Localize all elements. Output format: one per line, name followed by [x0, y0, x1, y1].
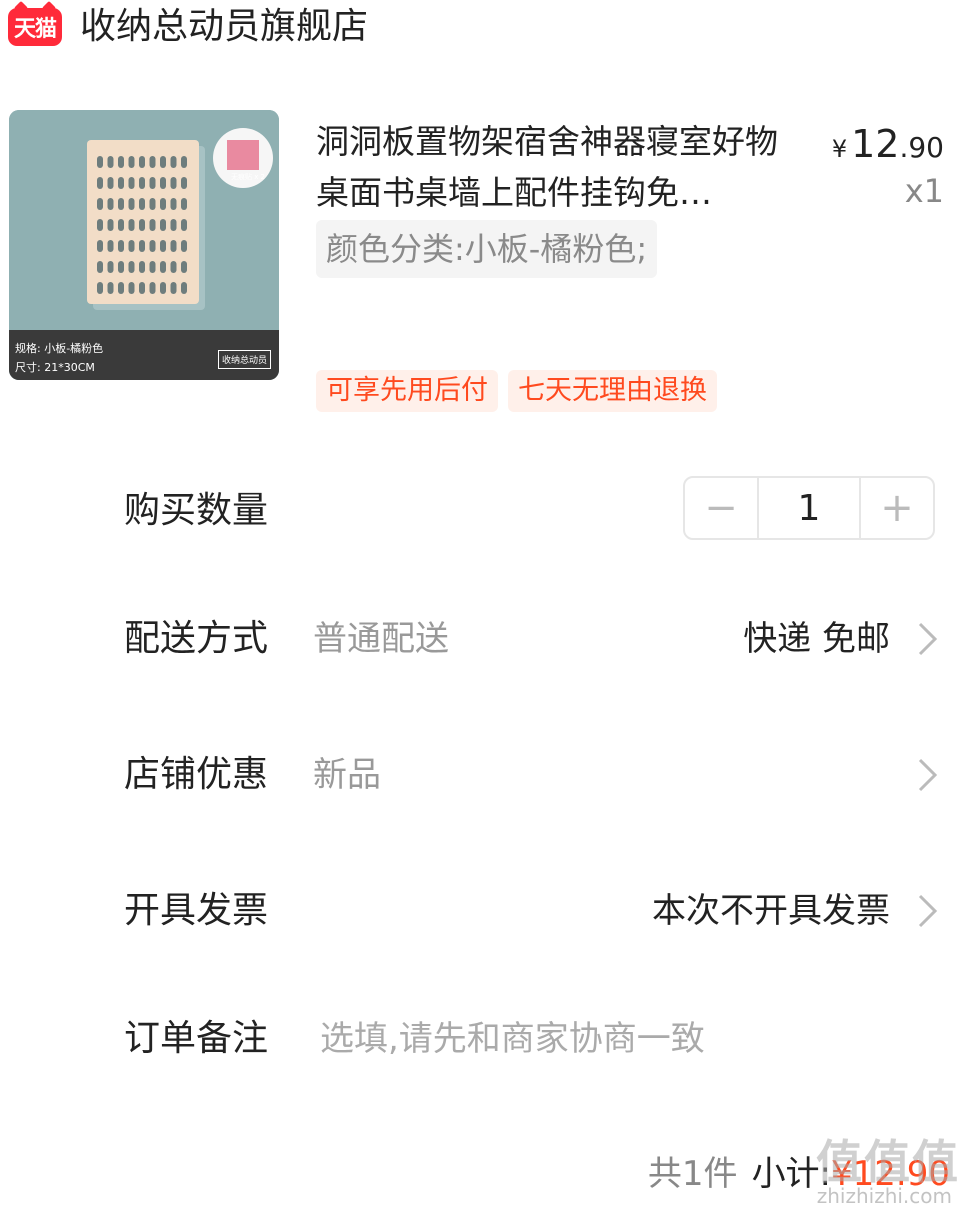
- store-discount-value: 新品: [313, 755, 381, 795]
- decrease-button[interactable]: −: [685, 478, 757, 538]
- tmall-logo-icon: 天猫: [8, 8, 62, 46]
- price-integer: 12: [851, 122, 900, 166]
- store-name[interactable]: 收纳总动员旗舰店: [80, 4, 368, 50]
- order-remark-row: 订单备注: [0, 1004, 966, 1074]
- chevron-right-icon[interactable]: [910, 620, 944, 658]
- chevron-right-icon[interactable]: [910, 892, 944, 930]
- watermark: 值值值: [816, 1135, 960, 1189]
- sku-selector[interactable]: 颜色分类:小板-橘粉色;: [316, 220, 658, 278]
- service-tags: 可享先用后付 七天无理由退换: [316, 370, 717, 412]
- order-remark-input[interactable]: [320, 1010, 880, 1068]
- invoice-value[interactable]: 本次不开具发票: [652, 876, 890, 946]
- image-spec-line: 规格: 小板-橘粉色: [15, 342, 104, 355]
- delivery-row[interactable]: 配送方式 普通配送 快递 免邮: [0, 604, 966, 674]
- product-image[interactable]: 无痕贴 x 2 规格: 小板-橘粉色 尺寸: 21*30CM 收纳总动员: [9, 110, 279, 380]
- store-discount-label: 店铺优惠: [124, 754, 269, 795]
- delivery-method: 普通配送: [313, 619, 449, 659]
- sticker-label: 无痕贴 x 2: [230, 173, 266, 181]
- store-header[interactable]: 天猫 收纳总动员旗舰店: [0, 0, 966, 60]
- invoice-label: 开具发票: [124, 890, 269, 931]
- invoice-row[interactable]: 开具发票 本次不开具发票: [0, 876, 966, 946]
- quantity-row: 购买数量 − 1 +: [0, 476, 966, 546]
- delivery-value[interactable]: 快递 免邮: [743, 604, 890, 674]
- order-remark-label: 订单备注: [124, 1018, 269, 1059]
- tmall-badge-text: 天猫: [13, 17, 57, 42]
- watermark-url: zhizhizhi.com: [816, 1184, 952, 1208]
- increase-button[interactable]: +: [861, 478, 933, 538]
- price-decimal: .90: [899, 131, 944, 164]
- quantity-stepper[interactable]: − 1 +: [683, 476, 935, 540]
- image-brand-tag: 收纳总动员: [217, 350, 271, 369]
- store-discount-row[interactable]: 店铺优惠 新品: [0, 740, 966, 810]
- product-card[interactable]: 无痕贴 x 2 规格: 小板-橘粉色 尺寸: 21*30CM 收纳总动员 洞洞板…: [0, 108, 966, 418]
- delivery-label: 配送方式: [124, 618, 269, 659]
- product-quantity: x1: [904, 172, 944, 210]
- item-count: 共1件: [647, 1154, 738, 1194]
- image-size-line: 尺寸: 21*30CM: [15, 361, 95, 374]
- tag-pay-later: 可享先用后付: [316, 370, 498, 412]
- tag-free-return: 七天无理由退换: [508, 370, 717, 412]
- product-price: ¥12.90: [832, 122, 944, 166]
- chevron-right-icon[interactable]: [910, 756, 944, 794]
- quantity-label: 购买数量: [124, 490, 269, 531]
- price-currency: ¥: [831, 135, 848, 163]
- quantity-value[interactable]: 1: [757, 478, 861, 538]
- product-title[interactable]: 洞洞板置物架宿舍神器寝室好物桌面书桌墙上配件挂钩免…: [316, 116, 796, 218]
